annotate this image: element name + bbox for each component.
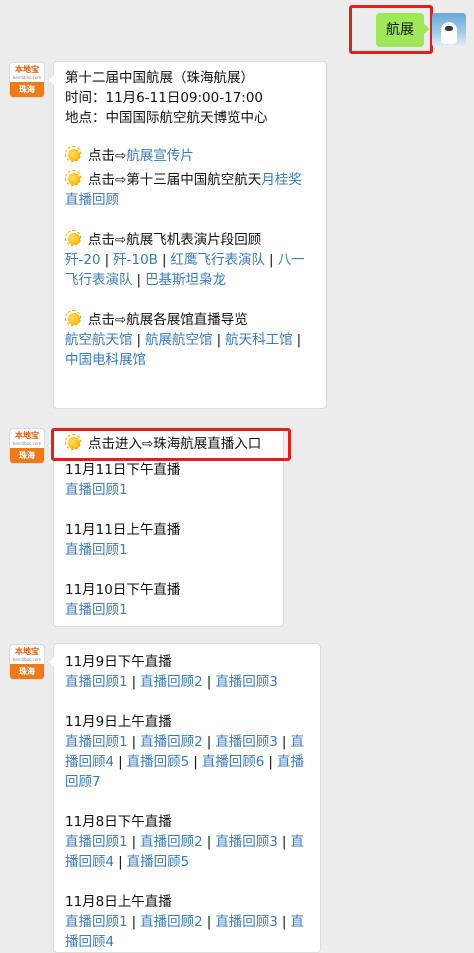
- replay-link[interactable]: 直播回顾1: [65, 674, 128, 690]
- live-label: 11月9日下午直播: [65, 654, 172, 670]
- sent-message-row: 航展: [0, 5, 474, 54]
- replay-link[interactable]: 直播回顾1: [65, 914, 128, 930]
- award-link[interactable]: 月桂奖: [261, 172, 302, 188]
- replay-link[interactable]: 直播回顾3: [215, 834, 278, 850]
- replay-link[interactable]: 直播回顾2: [140, 834, 203, 850]
- award-line: 点击⇨第十三届中国航空航天月桂奖: [65, 170, 316, 190]
- award-replay-line: 直播回顾: [65, 190, 316, 210]
- sun-emoji-icon: [65, 146, 83, 164]
- sent-message-bubble[interactable]: 航展: [376, 13, 430, 47]
- replay-links: 直播回顾1 | 直播回顾2 | 直播回顾3 | 直播回顾4: [65, 914, 304, 950]
- replay-link[interactable]: 直播回顾3: [215, 734, 278, 750]
- sun-emoji-icon: [65, 230, 83, 248]
- live-label: 11月10日下午直播: [65, 582, 181, 598]
- avatar-logo-text: 本地宝: [15, 431, 39, 440]
- hall-link-aviation[interactable]: 航展航空馆: [145, 332, 213, 348]
- flight-link-j10b[interactable]: 歼-10B: [113, 252, 158, 268]
- replay-links: 直播回顾1 | 直播回顾2 | 直播回顾3 | 直播回顾4 | 直播回顾5 | 直播回顾6 | 直播回顾…: [65, 734, 304, 790]
- highlight-box-live-entry: [51, 428, 291, 461]
- avatar-logo-text: 本地宝: [15, 647, 39, 656]
- halls-links: 航空航天馆 | 航展航空馆 | 航天科工馆 |中国电科展馆: [65, 332, 302, 368]
- avatar-logo-sub: bendibao.com: [12, 657, 42, 662]
- sun-emoji-icon: [65, 310, 83, 328]
- message-bubble-3: 11月9日下午直播 直播回顾1 | 直播回顾2 | 直播回顾3 11月9日上午直播 直播…: [47, 643, 321, 953]
- event-time: 时间：11月6-11日09:00-17:00: [65, 90, 263, 106]
- flight-link-red-eagle[interactable]: 红鹰飞行表演队: [171, 252, 266, 268]
- replay-link[interactable]: 直播回顾2: [140, 914, 203, 930]
- live-label: 11月11日上午直播: [65, 522, 181, 538]
- replay-link[interactable]: 直播回顾1: [65, 600, 273, 620]
- avatar-badge: 珠海: [10, 448, 44, 463]
- replay-link[interactable]: 直播回顾5: [127, 754, 190, 770]
- flight-link-jf17[interactable]: 巴基斯坦枭龙: [145, 272, 226, 288]
- replay-link[interactable]: 直播回顾6: [202, 754, 265, 770]
- flight-links: 歼-20 | 歼-10B | 红鹰飞行表演队 | 八一飞行表演队 | 巴基斯坦枭龙: [65, 252, 305, 288]
- live-label: 11月11日下午直播: [65, 462, 181, 478]
- message-bubble-1: 第十二届中国航展（珠海航展） 时间：11月6-11日09:00-17:00 地点…: [47, 61, 327, 409]
- sun-emoji-icon: [65, 170, 83, 188]
- bendibao-avatar[interactable]: 本地宝 bendibao.com 珠海: [10, 63, 44, 97]
- hall-link-cetc[interactable]: 中国电科展馆: [65, 352, 146, 368]
- replay-links: 直播回顾1 | 直播回顾2 | 直播回顾3: [65, 674, 278, 690]
- avatar-logo-sub: bendibao.com: [12, 441, 42, 446]
- avatar-logo-text: 本地宝: [15, 65, 39, 74]
- replay-link[interactable]: 直播回顾1: [65, 480, 273, 500]
- live-label: 11月8日上午直播: [65, 894, 172, 910]
- replay-link[interactable]: 直播回顾1: [65, 834, 128, 850]
- avatar-badge: 珠海: [10, 82, 44, 97]
- hall-link-aerospace[interactable]: 航空航天馆: [65, 332, 133, 348]
- award-replay-link[interactable]: 直播回顾: [65, 192, 119, 208]
- user-avatar[interactable]: [432, 13, 466, 47]
- replay-link[interactable]: 直播回顾1: [65, 734, 128, 750]
- replay-link[interactable]: 直播回顾3: [215, 674, 278, 690]
- avatar-badge: 珠海: [10, 664, 44, 679]
- bendibao-avatar[interactable]: 本地宝 bendibao.com 珠海: [10, 645, 44, 679]
- flight-line: 点击⇨航展飞机表演片段回顾: [65, 230, 316, 250]
- flight-link-j20[interactable]: 歼-20: [65, 252, 101, 268]
- live-label: 11月8日下午直播: [65, 814, 172, 830]
- replay-link[interactable]: 直播回顾2: [140, 734, 203, 750]
- halls-line: 点击⇨航展各展馆直播导览: [65, 310, 316, 330]
- promo-video-link[interactable]: 航展宣传片: [126, 148, 194, 164]
- bendibao-avatar[interactable]: 本地宝 bendibao.com 珠海: [10, 429, 44, 463]
- hall-link-casic[interactable]: 航天科工馆: [225, 332, 293, 348]
- replay-links: 直播回顾1 | 直播回顾2 | 直播回顾3 | 直播回顾4 | 直播回顾5: [65, 834, 304, 870]
- avatar-logo-sub: bendibao.com: [12, 75, 42, 80]
- replay-link[interactable]: 直播回顾5: [127, 854, 190, 870]
- event-place: 地点：中国国际航空航天博览中心: [65, 110, 268, 126]
- replay-link[interactable]: 直播回顾1: [65, 540, 273, 560]
- replay-link[interactable]: 直播回顾2: [140, 674, 203, 690]
- replay-link[interactable]: 直播回顾3: [215, 914, 278, 930]
- event-title: 第十二届中国航展（珠海航展）: [65, 70, 254, 86]
- promo-line: 点击⇨航展宣传片: [65, 146, 316, 166]
- live-label: 11月9日上午直播: [65, 714, 172, 730]
